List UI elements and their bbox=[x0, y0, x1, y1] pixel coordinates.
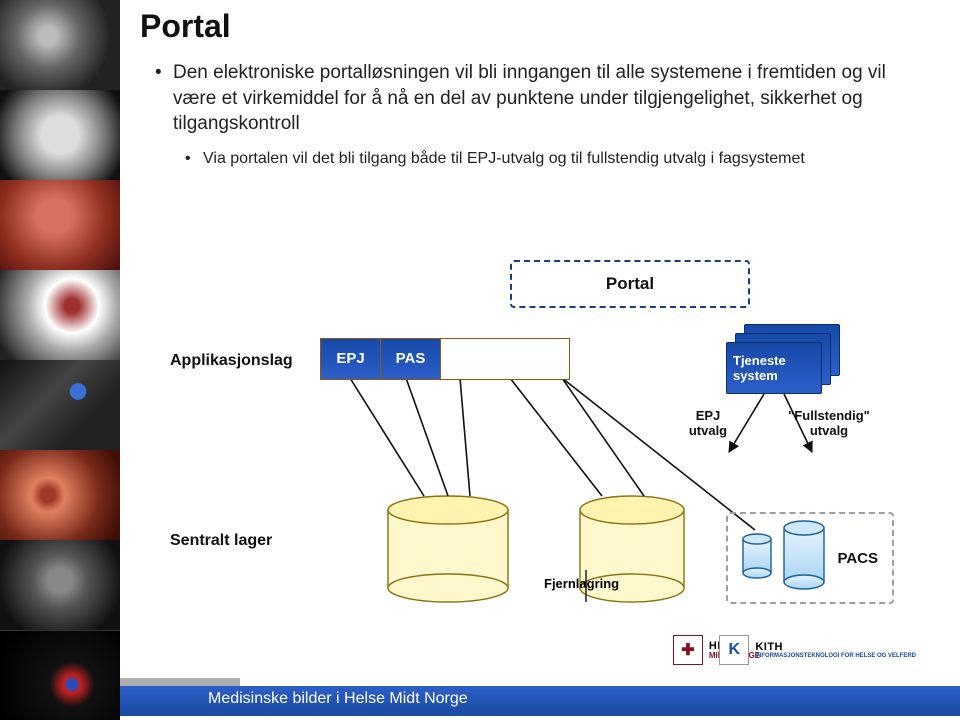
architecture-diagram: Portal Applikasjonslag EPJ PAS Tjeneste … bbox=[170, 260, 910, 630]
label-sentralt-lager: Sentralt lager bbox=[170, 532, 272, 550]
slide: Portal Den elektroniske portalløsningen … bbox=[0, 0, 960, 716]
bullet-main: Den elektroniske portalløsningen vil bli… bbox=[155, 60, 915, 137]
tjeneste-box-front: Tjeneste system bbox=[726, 342, 822, 394]
cell-pas: PAS bbox=[381, 339, 441, 379]
thumb-image bbox=[0, 360, 120, 450]
body-text: Den elektroniske portalløsningen vil bli… bbox=[155, 60, 915, 170]
epj-pas-row: EPJ PAS bbox=[320, 338, 570, 380]
thumb-image bbox=[0, 450, 120, 540]
portal-box: Portal bbox=[510, 260, 750, 308]
label-applikasjonslag: Applikasjonslag bbox=[170, 352, 293, 370]
bullet-sub: Via portalen vil det bli tilgang både ti… bbox=[155, 149, 915, 170]
tjeneste-l2: system bbox=[733, 368, 815, 383]
thumb-image bbox=[0, 180, 120, 270]
thumb-image bbox=[0, 0, 120, 90]
cell-epj: EPJ bbox=[321, 339, 381, 379]
slide-title: Portal bbox=[140, 8, 231, 45]
label-fjernlagring: Fjernlagring bbox=[544, 576, 619, 591]
left-thumbnail-strip bbox=[0, 0, 120, 716]
thumb-image bbox=[0, 270, 120, 360]
pacs-group: PACS bbox=[726, 512, 894, 604]
label-pacs: PACS bbox=[837, 550, 878, 567]
tjeneste-l1: Tjeneste bbox=[733, 353, 815, 368]
footer-bar: Medisinske bilder i Helse Midt Norge bbox=[0, 672, 960, 716]
logo-mark-icon: ✚ bbox=[673, 635, 703, 665]
logo-mark-icon: K bbox=[719, 635, 749, 665]
thumb-image bbox=[0, 540, 120, 630]
footer-grey-accent bbox=[120, 678, 240, 686]
cell-blank bbox=[441, 339, 569, 379]
logo-kith: K KITH INFORMASJONSTEKNOLOGI FOR HELSE O… bbox=[719, 632, 916, 668]
thumb-image bbox=[0, 90, 120, 180]
arrow-label-fullstendig: "Fullstendig" utvalg bbox=[784, 408, 874, 438]
arrow-label-epj: EPJ utvalg bbox=[678, 408, 738, 438]
footer-text: Medisinske bilder i Helse Midt Norge bbox=[208, 690, 468, 708]
cylinder-main bbox=[388, 496, 508, 602]
